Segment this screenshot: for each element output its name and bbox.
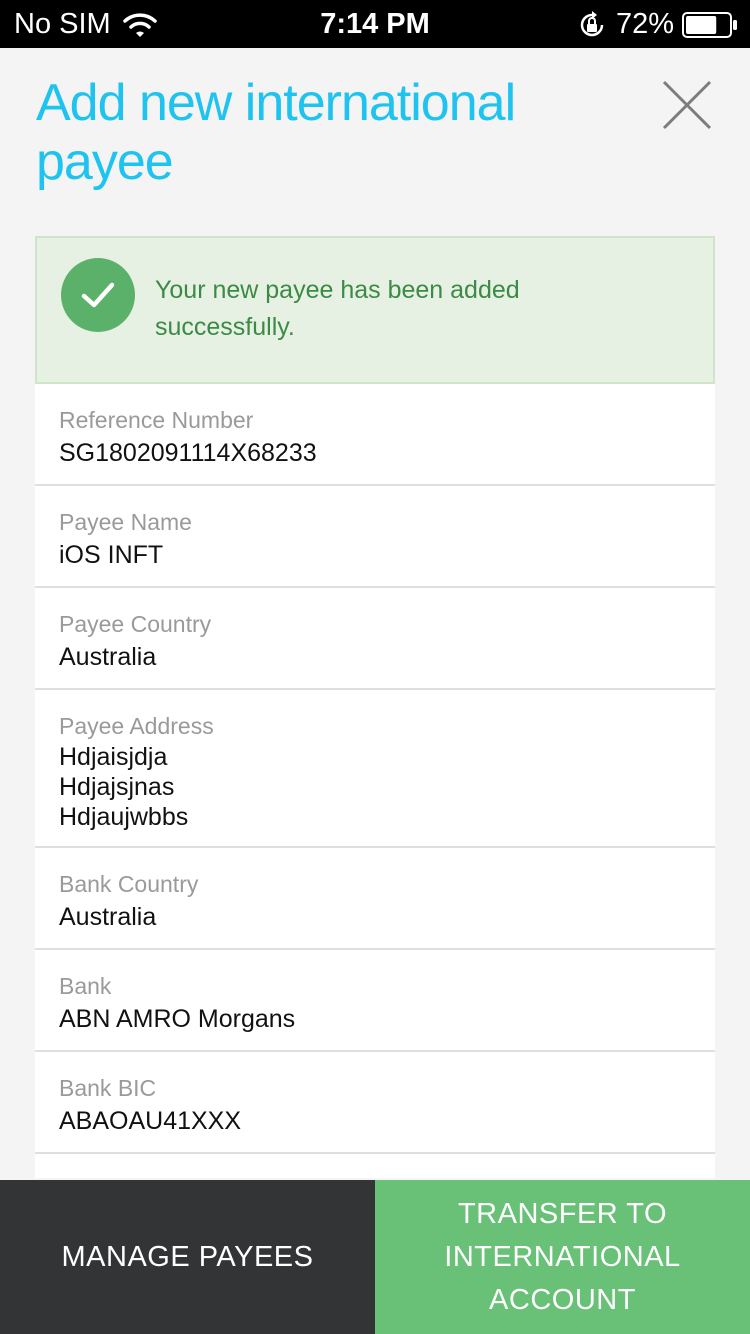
detail-label: Reference Number — [59, 407, 254, 433]
detail-label: Payee Address — [59, 713, 214, 739]
payee-details-list: Reference Number SG1802091114X68233 Paye… — [35, 384, 715, 1178]
status-bar: No SIM 7:14 PM 72% — [0, 0, 750, 48]
detail-row-bank-bic: Bank BIC ABAOAU41XXX — [35, 1052, 715, 1154]
detail-row-payee-country: Payee Country Australia — [35, 588, 715, 690]
detail-label: Bank — [59, 973, 112, 999]
check-circle-icon — [61, 258, 135, 332]
battery-icon — [682, 11, 737, 38]
detail-row-payee-name: Payee Name iOS INFT — [35, 486, 715, 588]
transfer-international-button[interactable]: TRANSFER TO INTERNATIONAL ACCOUNT — [375, 1180, 750, 1334]
battery-percent: 72% — [615, 8, 674, 40]
address-line-1: Hdjaisjdja — [59, 743, 168, 771]
detail-row-next — [35, 1154, 715, 1178]
detail-value: SG1802091114X68233 — [59, 439, 317, 467]
status-right: 72% — [578, 8, 738, 41]
detail-row-reference-number: Reference Number SG1802091114X68233 — [35, 384, 715, 486]
success-message: Your new payee has been added successful… — [155, 276, 520, 341]
detail-value: ABN AMRO Morgans — [59, 1005, 296, 1033]
detail-label: Bank BIC — [59, 1075, 157, 1101]
manage-payees-button[interactable]: MANAGE PAYEES — [0, 1180, 375, 1334]
detail-label: Bank Country — [59, 871, 199, 897]
detail-value: Australia — [59, 903, 157, 931]
detail-row-bank-country: Bank Country Australia — [35, 848, 715, 950]
detail-label: Payee Name — [59, 509, 192, 535]
detail-value: ABAOAU41XXX — [59, 1107, 242, 1135]
detail-row-payee-address: Payee Address Hdjaisjdja Hdjajsjnas Hdja… — [35, 690, 715, 848]
detail-value: iOS INFT — [59, 541, 164, 569]
close-button[interactable] — [660, 78, 714, 132]
detail-value: Australia — [59, 643, 157, 671]
close-icon[interactable] — [660, 78, 714, 132]
address-line-3: Hdjaujwbbs — [59, 803, 189, 831]
address-line-2: Hdjajsjnas — [59, 773, 175, 801]
bottom-action-bar: MANAGE PAYEES TRANSFER TO INTERNATIONAL … — [0, 1180, 750, 1334]
orientation-lock-icon — [580, 10, 604, 36]
detail-label: Payee Country — [59, 611, 212, 637]
success-banner: Your new payee has been added successful… — [35, 236, 715, 384]
detail-row-bank: Bank ABN AMRO Morgans — [35, 950, 715, 1052]
page-title: Add new international payee — [36, 74, 516, 191]
